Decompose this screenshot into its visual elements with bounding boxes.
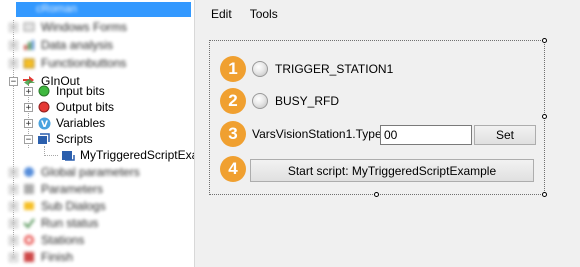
expand-icon[interactable]: + [9,201,18,211]
svg-text:V: V [41,120,48,130]
button-icon [22,56,36,70]
tree-item-global-parameters[interactable]: + Global parameters [0,163,194,181]
tree-item-label: Windows Forms [41,20,128,34]
project-tree: cRoman + Windows Forms + Data analysis +… [0,0,195,267]
expand-icon[interactable]: + [9,184,18,194]
form-design-surface[interactable]: 1 TRIGGER_STATION1 2 BUSY_RFD 3 VarsVisi… [209,38,547,197]
tree-item-parameters[interactable]: + Parameters [0,180,194,198]
scripts-icon [37,132,51,146]
variable-row: 3 VarsVisionStation1.Type: [220,121,385,147]
start-script-button[interactable]: Start script: MyTriggeredScriptExample [250,159,534,182]
busy-row: 2 BUSY_RFD [220,88,339,114]
trigger-row: 1 TRIGGER_STATION1 [220,56,393,82]
expand-icon[interactable]: + [9,167,18,177]
tree-item-run-status[interactable]: + Run status [0,214,194,232]
finish-icon [22,250,36,264]
collapse-icon[interactable]: − [24,134,33,144]
menu-edit[interactable]: Edit [203,7,240,21]
resize-handle-bottom[interactable] [374,192,379,197]
expand-icon[interactable]: + [9,22,18,32]
tree-item-label: Output bits [56,100,115,114]
tree-item-sub-dialogs[interactable]: + Sub Dialogs [0,197,194,215]
globe-icon [22,165,36,179]
expand-icon[interactable]: + [9,218,18,228]
tree-item-label: Variables [56,116,106,130]
tree-item-data-analysis[interactable]: + Data analysis [0,36,194,54]
tree-item-label: Parameters [41,182,104,196]
resize-handle-bottom-right[interactable] [542,192,547,197]
busy-led-indicator [252,93,268,109]
tree-item-stations[interactable]: + Stations [0,231,194,249]
tree-item-label: Run status [41,216,99,230]
variable-value-input[interactable]: 00 [380,125,472,145]
tree-item-label: Sub Dialogs [41,199,106,213]
expand-icon[interactable]: + [9,235,18,245]
menu-tools[interactable]: Tools [242,7,286,21]
tree-item-label: Finish [41,250,74,264]
tree-item-label: Input bits [56,84,105,98]
tree-item-label: Stations [41,233,85,247]
trigger-label: TRIGGER_STATION1 [275,62,394,76]
expand-icon[interactable]: + [24,102,33,112]
chart-icon [22,38,36,52]
expand-icon[interactable]: + [9,40,18,50]
target-icon [22,233,36,247]
tree-item-windows-forms[interactable]: + Windows Forms [0,18,194,36]
step-badge-1: 1 [220,56,246,82]
resize-handle-right[interactable] [542,114,547,119]
tree-item-my-triggered-script[interactable]: MyTriggeredScriptExa [0,146,194,164]
variable-icon: V [37,116,51,130]
tree-item-finish[interactable]: + Finish [0,248,194,266]
designer-panel: Edit Tools 1 TRIGGER_STATION1 2 BUSY_RFD… [195,0,580,267]
step-badge-3: 3 [220,121,246,147]
tree-item-label: Data analysis [41,38,114,52]
tree-item-label: MyTriggeredScriptExa [80,148,195,162]
expand-icon[interactable]: + [24,86,33,96]
green-dot-icon [37,84,51,98]
tree-item-label: Functionbuttons [41,56,127,70]
start-row: 4 [220,156,246,182]
step-badge-4: 4 [220,156,246,182]
expand-icon[interactable]: + [9,58,18,68]
check-icon [22,216,36,230]
step-badge-2: 2 [220,88,246,114]
tree-item-label: Scripts [56,132,93,146]
menu-bar: Edit Tools [195,0,580,28]
set-button[interactable]: Set [474,125,536,145]
busy-label: BUSY_RFD [275,94,340,108]
expand-icon[interactable]: + [24,118,33,128]
tree-selected-label: cRoman [36,3,77,15]
tree-item-label: Global parameters [41,165,140,179]
parameters-icon [22,182,36,196]
resize-handle-top-right[interactable] [542,38,547,43]
dialog-icon [22,199,36,213]
expand-icon[interactable]: + [9,252,18,262]
red-dot-icon [37,100,51,114]
variable-label: VarsVisionStation1.Type: [252,127,385,141]
trigger-led-indicator [252,61,268,77]
tree-selected-item[interactable]: cRoman [16,2,191,17]
tree-item-functionbuttons[interactable]: + Functionbuttons [0,54,194,72]
script-file-icon [61,148,75,162]
form-icon [22,20,36,34]
